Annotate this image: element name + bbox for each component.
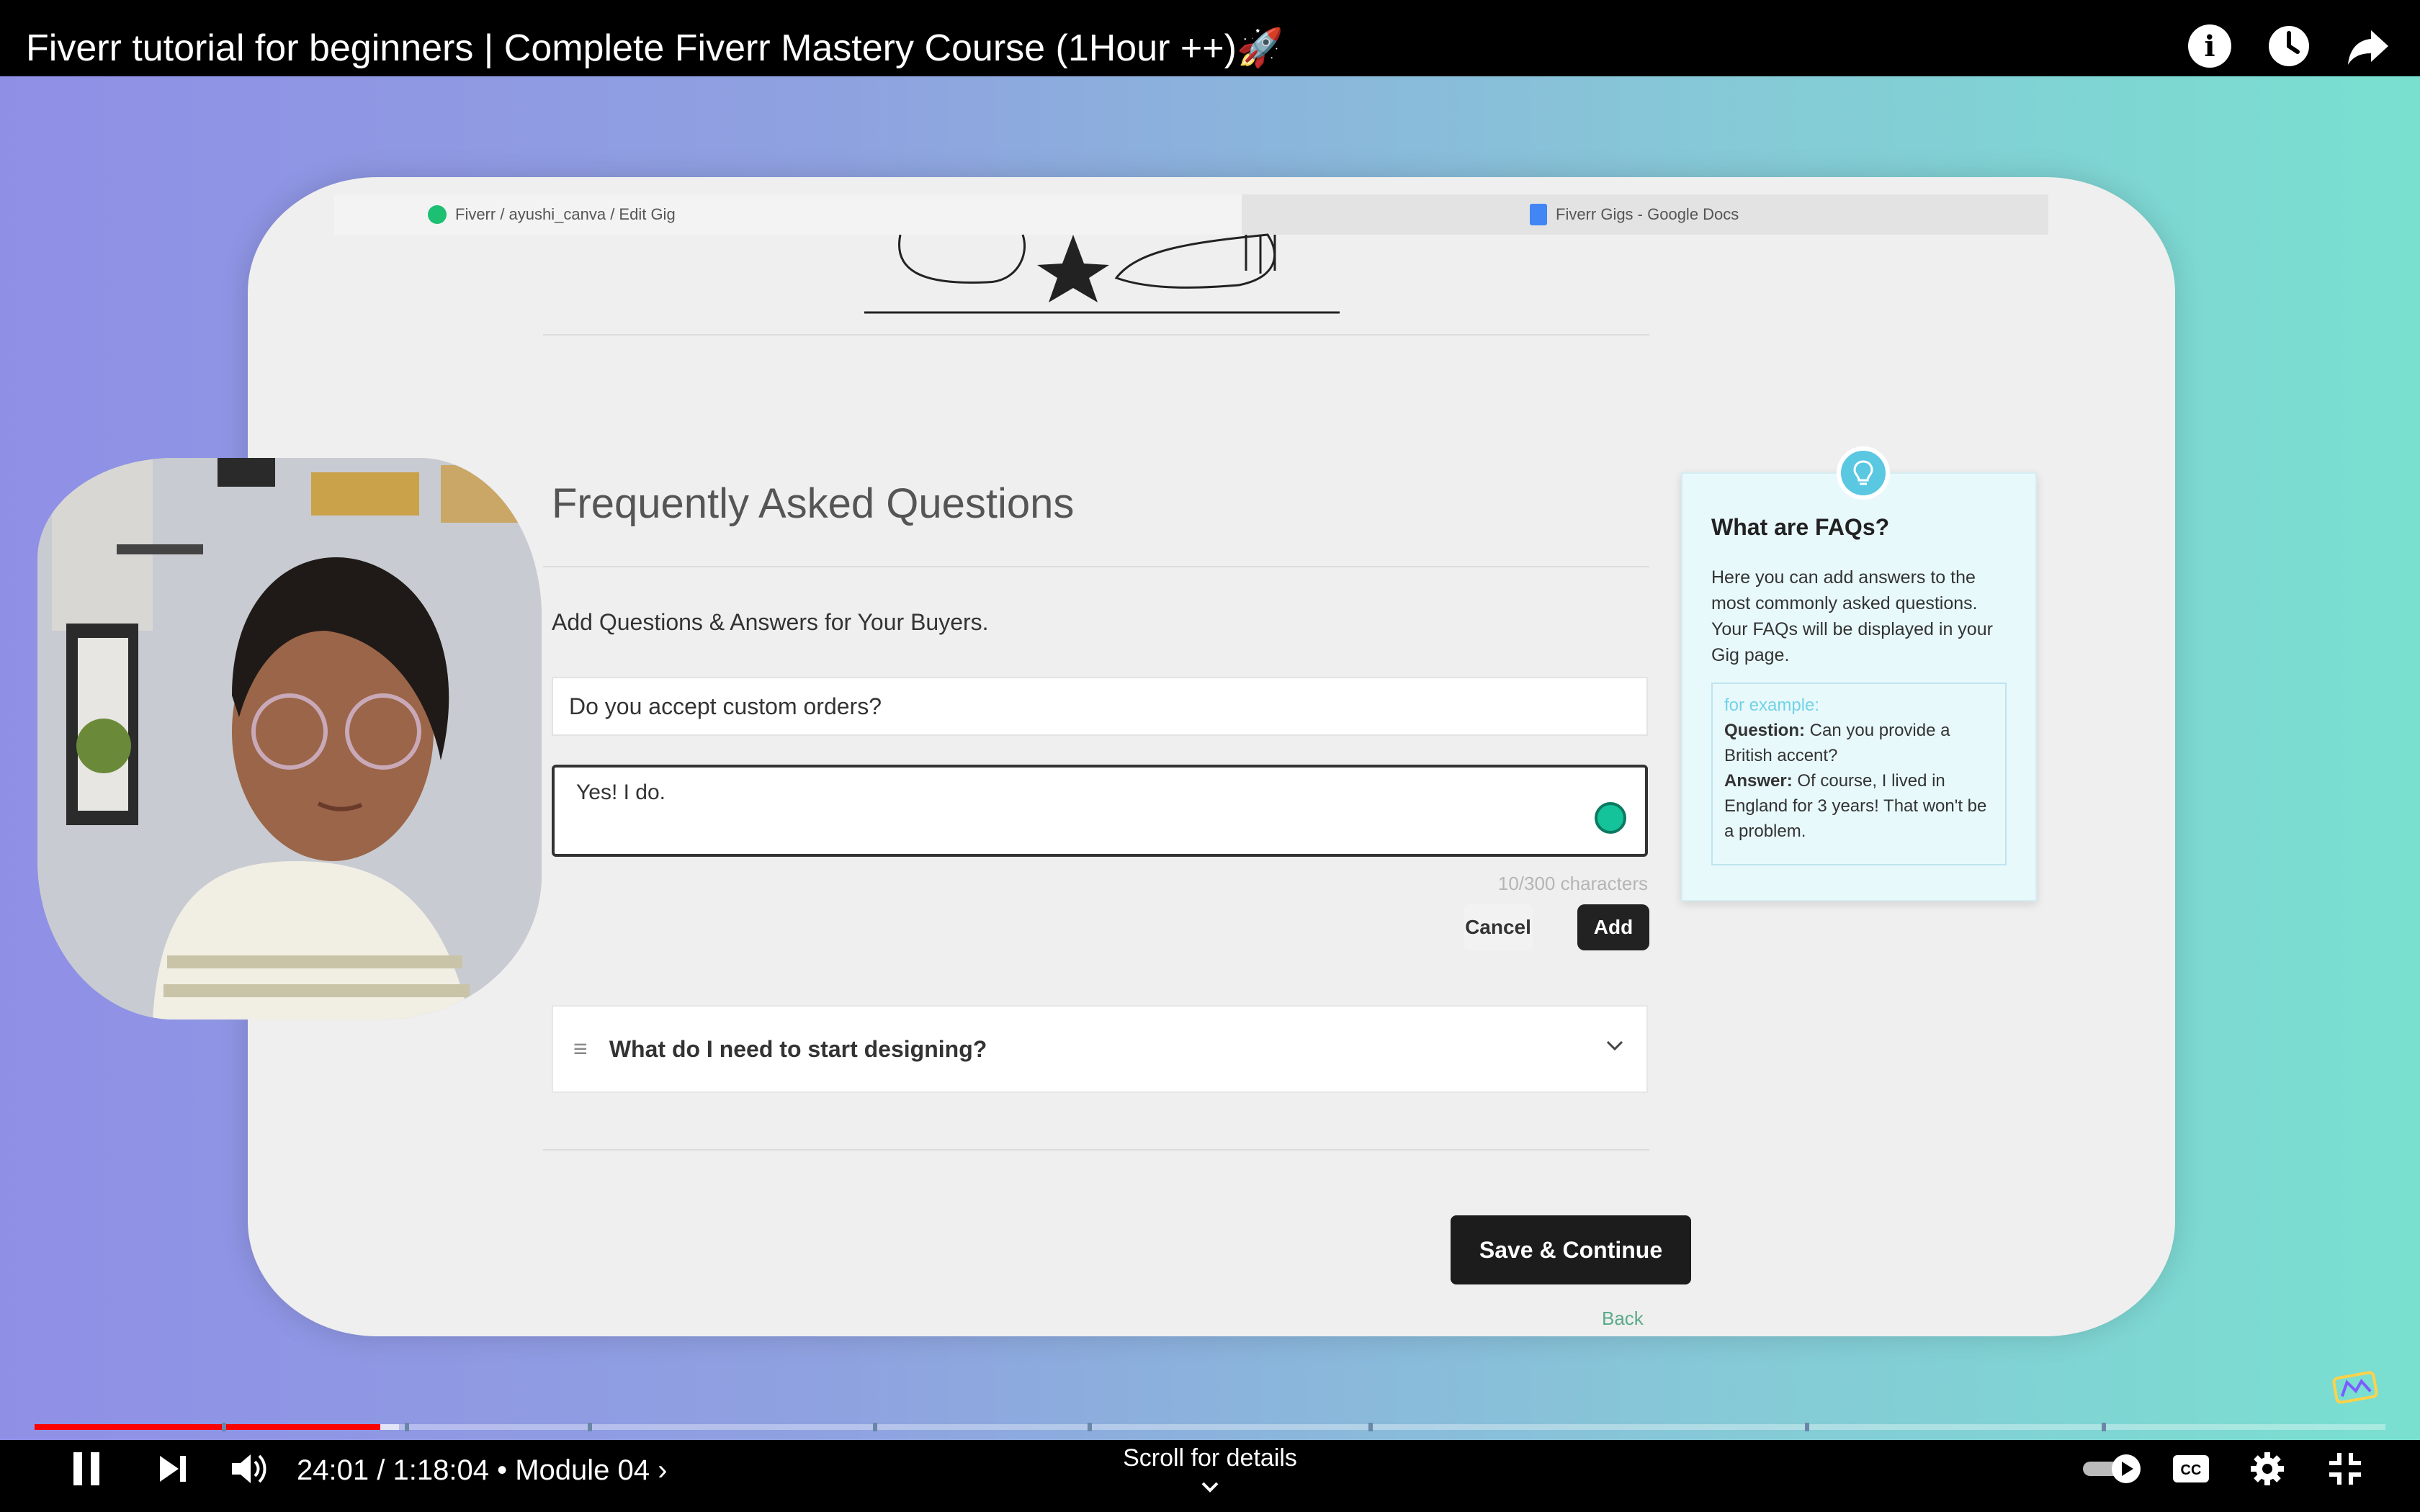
faq-tip-card: What are FAQs? Here you can add answers … [1681,446,2037,901]
chapter-marker [405,1423,409,1431]
chevron-right-icon[interactable]: › [658,1454,667,1486]
chevron-down-icon[interactable] [1605,1035,1625,1056]
video-title[interactable]: Fiverr tutorial for beginners | Complete… [26,26,1283,70]
player-top-bar: Fiverr tutorial for beginners | Complete… [0,0,2420,76]
answer-text: Yes! I do. [576,780,666,804]
faq-question-text: What do I need to start designing? [609,1035,987,1062]
svg-text:CC: CC [2181,1462,2202,1478]
faq-list-item[interactable]: ≡ What do I need to start designing? [552,1005,1648,1093]
channel-watermark[interactable] [2331,1366,2380,1409]
example-answer: Answer: Of course, I lived in England fo… [1724,771,1987,841]
scroll-for-details[interactable]: Scroll for details [1066,1444,1354,1472]
browser-tab-google-docs[interactable]: Fiverr Gigs - Google Docs [1242,194,2048,235]
duration: 1:18:04 [393,1454,489,1486]
progress-bar[interactable] [35,1424,2385,1430]
exit-fullscreen-icon[interactable] [2322,1446,2368,1492]
tip-body: Here you can add answers to the most com… [1711,567,1993,665]
top-actions: i [2187,23,2391,69]
chapter-marker [873,1423,877,1431]
google-docs-icon [1530,204,1547,225]
question-input[interactable]: Do you accept custom orders? [552,677,1648,736]
chapter-marker [1805,1423,1809,1431]
example-question: Question: Can you provide a British acce… [1724,721,1950,765]
watch-later-icon[interactable] [2266,23,2312,69]
chapter-marker [222,1423,226,1431]
chapter-marker [2102,1423,2106,1431]
volume-icon[interactable] [226,1446,272,1492]
time-display[interactable]: 24:01 / 1:18:04 • Module 04 › [297,1454,667,1487]
chapter-marker [1088,1423,1092,1431]
chevron-down-icon[interactable] [1198,1476,1222,1499]
current-time: 24:01 [297,1454,369,1486]
captions-icon[interactable]: CC [2168,1446,2214,1492]
chapter-title[interactable]: Module 04 [515,1454,650,1486]
share-icon[interactable] [2345,23,2391,69]
divider [543,566,1649,567]
settings-icon[interactable] [2244,1446,2290,1492]
divider [543,1149,1649,1151]
tip-title: What are FAQs? [1711,514,1890,540]
lightbulb-icon [1837,446,1890,500]
gig-illustration [864,233,1340,314]
add-button[interactable]: Add [1577,904,1649,950]
tab-label: Fiverr / ayushi_canva / Edit Gig [455,205,676,223]
presenter-webcam [37,458,542,1020]
chapter-marker [588,1423,592,1431]
save-continue-button[interactable]: Save & Continue [1451,1215,1691,1284]
next-icon[interactable] [150,1446,196,1492]
played-indicator [35,1424,380,1430]
back-link[interactable]: Back [1602,1308,1644,1330]
info-icon[interactable]: i [2187,23,2233,69]
chapter-bullet: • [497,1454,508,1486]
drag-handle-icon[interactable]: ≡ [573,1035,588,1063]
fiverr-favicon-icon [428,205,447,224]
character-count: 10/300 characters [1497,873,1648,894]
time-separator: / [377,1454,385,1486]
page-title: Frequently Asked Questions [552,480,1075,527]
page-subtitle: Add Questions & Answers for Your Buyers. [552,609,989,635]
video-frame[interactable]: Fiverr / ayushi_canva / Edit Gig Fiverr … [0,76,2420,1440]
autoplay-toggle[interactable] [2080,1446,2145,1492]
grammarly-icon[interactable] [1595,802,1626,834]
divider [543,334,1649,336]
tab-label: Fiverr Gigs - Google Docs [1556,205,1739,223]
chapter-marker [1368,1423,1373,1431]
tip-example-box: for example: Question: Can you provide a… [1711,683,2007,865]
player-controls: 24:01 / 1:18:04 • Module 04 › Scroll for… [0,1436,2420,1512]
example-label: for example: [1724,696,1820,715]
cancel-button[interactable]: Cancel [1464,904,1533,950]
answer-textarea[interactable]: Yes! I do. [552,765,1648,857]
pause-icon[interactable] [63,1446,109,1492]
